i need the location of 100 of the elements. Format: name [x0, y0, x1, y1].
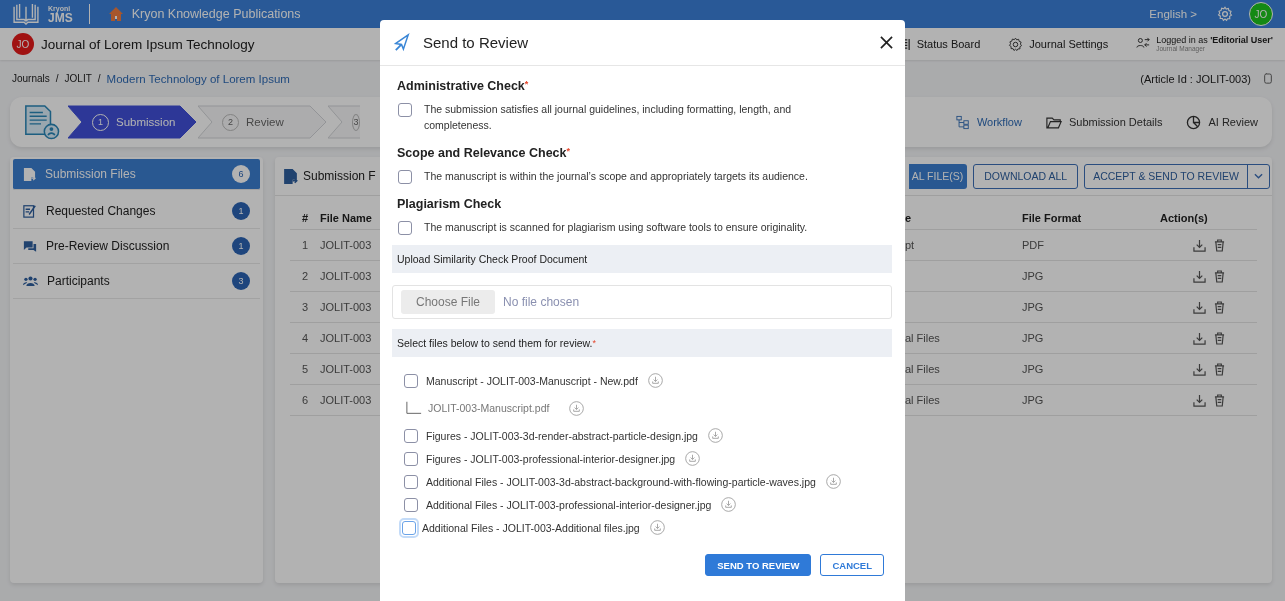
- checkbox[interactable]: [404, 428, 418, 443]
- sidebar-item[interactable]: Pre-Review Discussion 1: [13, 229, 260, 264]
- view-tab[interactable]: Workflow: [955, 114, 1022, 130]
- table-cell: al Files: [905, 394, 940, 406]
- publisher-name[interactable]: Kryon Knowledge Publications: [131, 7, 301, 21]
- table-cell: JPG: [1022, 354, 1160, 385]
- send-icon: [392, 33, 411, 52]
- upload-button[interactable]: AL FILE(S): [908, 163, 968, 189]
- breadcrumb-separator: /: [55, 73, 59, 84]
- column-header: File Format: [1022, 206, 1160, 230]
- sidebar-item[interactable]: Submission Files 6: [13, 159, 260, 190]
- close-icon[interactable]: [880, 36, 893, 49]
- section-title: Plagiarism Check: [397, 197, 503, 211]
- login-status: Logged in as 'Editorial User': [1156, 35, 1273, 46]
- step-tab[interactable]: 3: [328, 105, 360, 139]
- count-badge: 6: [232, 165, 250, 183]
- column-header: Action(s): [1160, 206, 1257, 230]
- section-header: Upload Similarity Check Proof Document: [392, 245, 892, 273]
- trash-icon[interactable]: [1213, 238, 1225, 252]
- file-name: Additional Files - JOLIT-003-professional-interior-designer.jpg: [426, 498, 712, 511]
- breadcrumb-link[interactable]: JOLIT: [64, 73, 92, 84]
- view-tab[interactable]: AI Review: [1186, 114, 1258, 130]
- checkbox-label: The manuscript is scanned for plagiarism using software tools to ensure originality.: [424, 220, 808, 235]
- trash-icon[interactable]: [1213, 300, 1225, 314]
- file-icon: [23, 166, 36, 182]
- section-header: Select files below to send them for review.*: [392, 329, 892, 357]
- table-cell: al Files: [905, 363, 940, 375]
- download-all-button[interactable]: DOWNLOAD ALL: [973, 163, 1079, 189]
- journal-title: Journal of Lorem Ipsum Technology: [41, 36, 255, 52]
- table-cell: 3: [290, 292, 320, 323]
- copy-icon[interactable]: [1263, 72, 1273, 85]
- language-selector[interactable]: English >: [1149, 8, 1197, 20]
- column-header: #: [290, 206, 320, 230]
- journal-avatar: JO: [12, 33, 34, 55]
- file-name: Additional Files - JOLIT-003-3d-abstract-background-with-flowing-particle-waves.jpg: [426, 475, 816, 488]
- send-to-review-button[interactable]: SEND TO REVIEW: [705, 554, 812, 576]
- checkbox[interactable]: [398, 170, 412, 184]
- checkbox[interactable]: [404, 373, 418, 388]
- count-badge: 3: [232, 272, 250, 290]
- checkbox[interactable]: [404, 451, 418, 466]
- table-cell: 6: [290, 385, 320, 416]
- view-tab[interactable]: Submission Details: [1045, 114, 1163, 130]
- trash-icon[interactable]: [1213, 393, 1225, 407]
- table-cell: JPG: [1022, 385, 1160, 416]
- download-icon[interactable]: [1192, 362, 1206, 376]
- trash-icon[interactable]: [1213, 269, 1225, 283]
- table-cell: 4: [290, 323, 320, 354]
- file-name: Manuscript - JOLIT-003-Manuscript - New.pdf: [426, 374, 638, 387]
- tree-line: [406, 401, 422, 415]
- checkbox[interactable]: [398, 103, 412, 117]
- download-icon[interactable]: [1192, 331, 1206, 345]
- table-cell: 1: [290, 230, 320, 261]
- people-icon: [23, 275, 38, 287]
- breadcrumb-separator: /: [97, 73, 101, 84]
- hierarchy-icon: [955, 114, 970, 130]
- sidebar-item[interactable]: Participants 3: [13, 264, 260, 299]
- document-person-icon: [22, 104, 60, 140]
- table-cell: pt: [905, 239, 915, 251]
- checkbox[interactable]: [398, 221, 412, 235]
- user-switch-icon: [1136, 37, 1151, 51]
- breadcrumb-link[interactable]: Modern Technology of Lorem Ipsum: [106, 72, 290, 85]
- article-id: (Article Id : JOLIT-003): [1140, 72, 1251, 85]
- edit-document-icon: [23, 204, 37, 218]
- file-name: JOLIT-003-Manuscript.pdf: [428, 402, 550, 414]
- file-name: Additional Files - JOLIT-003-Additional files.jpg: [422, 521, 640, 534]
- download-icon[interactable]: [1192, 269, 1206, 283]
- dialog-title: Send to Review: [423, 34, 529, 51]
- nav-link[interactable]: Status Board: [916, 38, 981, 50]
- folder-icon: [1045, 115, 1062, 129]
- step-tab[interactable]: 1 Submission: [68, 105, 198, 139]
- download-icon[interactable]: [1192, 238, 1206, 252]
- download-icon[interactable]: [1192, 393, 1206, 407]
- trash-icon[interactable]: [1213, 362, 1225, 376]
- table-cell: al Files: [905, 332, 940, 344]
- download-icon[interactable]: [1192, 300, 1206, 314]
- cancel-button[interactable]: CANCEL: [820, 554, 884, 576]
- count-badge: 1: [232, 237, 250, 255]
- section-title: Administrative Check*: [397, 79, 530, 93]
- table-cell: 2: [290, 261, 320, 292]
- file-input[interactable]: Choose File No file chosen: [392, 285, 892, 319]
- checkbox[interactable]: [404, 474, 418, 489]
- checkbox[interactable]: [404, 497, 418, 512]
- trash-icon[interactable]: [1213, 331, 1225, 345]
- table-cell: 5: [290, 354, 320, 385]
- caret-icon[interactable]: [1254, 173, 1263, 179]
- table-cell: JPG: [1022, 292, 1160, 323]
- section-title: Scope and Relevance Check*: [397, 146, 572, 160]
- split-button[interactable]: ACCEPT & SEND TO REVIEW: [1084, 163, 1270, 189]
- file-name: Figures - JOLIT-003-3d-render-abstract-particle-design.jpg: [426, 429, 698, 442]
- table-cell: JPG: [1022, 261, 1160, 292]
- count-badge: 1: [232, 202, 250, 220]
- pie-chart-icon: [1186, 114, 1202, 130]
- nav-link[interactable]: Journal Settings: [1029, 38, 1109, 50]
- checkbox-label: The manuscript is within the journal’s scope and appropriately targets its audience.: [424, 169, 808, 184]
- table-cell: JPG: [1022, 323, 1160, 354]
- house-icon[interactable]: [107, 6, 124, 22]
- checkbox-label: The submission satisfies all journal guidelines, including formatting, length, and completeness.: [424, 102, 793, 133]
- sidebar-item[interactable]: Requested Changes 1: [13, 194, 260, 229]
- settings-icon[interactable]: [1008, 36, 1024, 52]
- breadcrumb-link[interactable]: Journals: [12, 73, 50, 84]
